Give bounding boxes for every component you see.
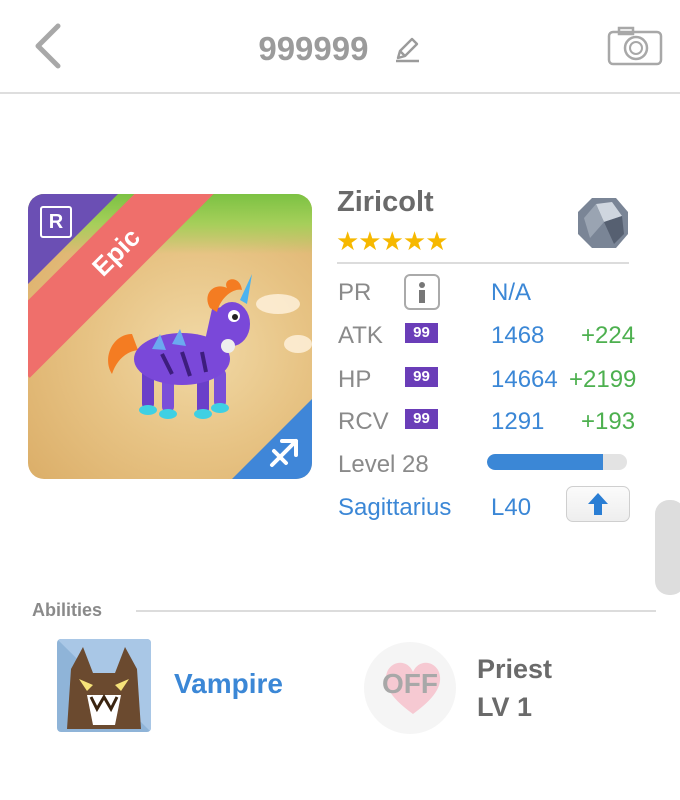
sign-level: L40	[491, 494, 532, 521]
zodiac-sign-link[interactable]: Sagittarius	[338, 494, 451, 522]
rcv-bonus: +193	[581, 408, 636, 435]
hp-value: 14664	[491, 366, 558, 393]
abilities-heading: Abilities	[32, 600, 103, 620]
atk-bonus: +224	[581, 322, 636, 349]
camera-button[interactable]	[607, 26, 663, 66]
level-label: Level 28	[338, 451, 429, 478]
hp-level-badge: 99	[405, 367, 438, 387]
priest-ability-name: Priest	[477, 654, 553, 684]
vampire-ability-name[interactable]: Vampire	[174, 668, 283, 700]
level-progress-fill	[487, 454, 604, 470]
abilities-divider	[136, 610, 656, 612]
pet-nickname: 999999	[258, 30, 369, 68]
pet-name: Ziricolt	[337, 186, 434, 218]
pet-portrait-card[interactable]: Epic R	[28, 194, 312, 479]
wolf-icon	[57, 639, 151, 732]
atk-value: 1468	[491, 322, 545, 349]
pencil-icon[interactable]	[392, 34, 422, 64]
rcv-level-badge: 99	[405, 409, 438, 429]
chevron-left-icon	[35, 23, 61, 69]
stone-gem-icon	[578, 198, 628, 248]
page-title: 999999	[200, 24, 480, 70]
rcv-value: 1291	[491, 408, 545, 435]
hp-label: HP	[338, 366, 372, 393]
atk-level-badge: 99	[405, 323, 438, 343]
back-button[interactable]	[28, 20, 68, 72]
hp-bonus: +2199	[569, 366, 637, 393]
level-progress-bar	[487, 454, 627, 470]
rcv-label: RCV	[338, 408, 389, 435]
sagittarius-arrow-icon	[270, 439, 298, 467]
arrow-up-icon	[588, 493, 608, 515]
pr-label: PR	[338, 279, 372, 306]
pr-value: N/A	[491, 279, 532, 306]
camera-icon	[607, 26, 663, 66]
priest-ability-level: LV 1	[477, 692, 533, 722]
vampire-ability-icon[interactable]	[57, 639, 151, 732]
ability-off-status: OFF	[382, 668, 438, 699]
info-button[interactable]	[404, 274, 440, 310]
info-divider	[337, 262, 629, 264]
star-rating: ★★★★★	[336, 226, 449, 256]
upgrade-button[interactable]	[566, 486, 630, 522]
rarity-r-icon: R	[40, 206, 72, 238]
atk-label: ATK	[338, 322, 383, 349]
side-drawer-handle[interactable]	[655, 500, 680, 595]
info-icon	[419, 282, 425, 303]
